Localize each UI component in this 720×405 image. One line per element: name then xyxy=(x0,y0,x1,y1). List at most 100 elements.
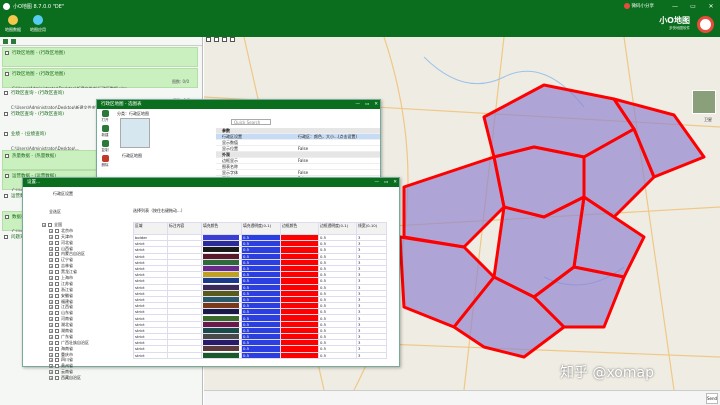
column-header[interactable]: 线宽(0-10) xyxy=(356,222,387,235)
layer-item[interactable]: 行政区地图 - (行政区地图)图数: 0/0C:\Users\Administr… xyxy=(2,67,198,91)
layer-visibility-checkbox[interactable] xyxy=(4,91,8,95)
copy-button[interactable]: 复制 xyxy=(98,140,112,153)
expand-icon[interactable]: + xyxy=(49,234,53,239)
delete-button[interactable]: 删除 xyxy=(98,155,112,168)
line-width-cell[interactable]: 3 xyxy=(356,351,387,359)
open-button[interactable]: 打开 xyxy=(98,110,112,123)
tree-checkbox[interactable] xyxy=(55,305,59,310)
tree-checkbox[interactable] xyxy=(55,228,59,233)
expand-icon[interactable]: + xyxy=(49,228,53,233)
expand-icon[interactable]: + xyxy=(49,252,53,257)
tree-checkbox[interactable] xyxy=(55,270,59,275)
pan-tool-icon[interactable] xyxy=(214,37,219,42)
add-layer-icon[interactable] xyxy=(3,38,8,44)
tree-checkbox[interactable] xyxy=(55,340,59,345)
tree-checkbox[interactable] xyxy=(55,328,59,333)
tree-item[interactable]: + 西藏自治区 xyxy=(42,375,122,381)
tree-checkbox[interactable] xyxy=(55,334,59,339)
tree-checkbox[interactable] xyxy=(55,293,59,298)
label-cell[interactable] xyxy=(167,351,202,359)
maximize-button[interactable]: ▭ xyxy=(384,178,388,187)
expand-icon[interactable]: + xyxy=(49,352,53,357)
expand-icon[interactable]: + xyxy=(42,222,46,227)
expand-icon[interactable]: + xyxy=(49,293,53,298)
fill-alpha-cell[interactable]: 0.5 xyxy=(241,351,281,359)
pointer-tool-icon[interactable] xyxy=(206,37,211,42)
layer-visibility-checkbox[interactable] xyxy=(4,193,8,198)
expand-icon[interactable]: + xyxy=(49,281,53,286)
tree-checkbox[interactable] xyxy=(55,246,59,251)
map-data-button[interactable]: 地图数据 xyxy=(2,14,24,33)
expand-icon[interactable]: + xyxy=(49,299,53,304)
fill-color-cell[interactable] xyxy=(201,351,242,359)
maximize-button[interactable]: ▭ xyxy=(365,100,369,109)
tree-checkbox[interactable] xyxy=(55,281,59,286)
table-row[interactable]: strict 0.5 0.5 3 xyxy=(133,351,387,359)
column-header[interactable]: 边框颜色 xyxy=(280,222,319,235)
tree-checkbox[interactable] xyxy=(55,252,59,257)
maximize-button[interactable]: ▭ xyxy=(684,0,702,13)
tree-checkbox[interactable] xyxy=(55,311,59,316)
tree-checkbox[interactable] xyxy=(55,264,59,269)
region-cell[interactable]: strict xyxy=(133,351,168,359)
tree-checkbox[interactable] xyxy=(55,358,59,363)
tree-checkbox[interactable] xyxy=(55,323,59,328)
expand-icon[interactable]: + xyxy=(49,334,53,339)
expand-icon[interactable]: + xyxy=(49,311,53,316)
column-header[interactable]: 标注内容 xyxy=(167,222,202,235)
expand-icon[interactable]: + xyxy=(49,240,53,245)
tree-checkbox[interactable] xyxy=(55,234,59,239)
expand-icon[interactable]: + xyxy=(49,364,53,369)
expand-icon[interactable]: + xyxy=(49,317,53,322)
expand-icon[interactable]: + xyxy=(49,246,53,251)
tree-checkbox[interactable] xyxy=(55,258,59,263)
send-button[interactable]: Send xyxy=(706,393,718,404)
tree-checkbox[interactable] xyxy=(48,222,52,227)
layer-visibility-checkbox[interactable] xyxy=(4,132,8,136)
expand-icon[interactable]: + xyxy=(49,287,53,292)
minimap-thumbnail[interactable] xyxy=(692,90,716,114)
expand-icon[interactable]: + xyxy=(49,376,53,381)
column-header[interactable]: 边框透明度(0-1) xyxy=(318,222,357,235)
layer-visibility-checkbox[interactable] xyxy=(4,234,8,239)
expand-icon[interactable]: + xyxy=(49,358,53,363)
tree-checkbox[interactable] xyxy=(55,376,59,381)
tree-checkbox[interactable] xyxy=(55,240,59,245)
column-header[interactable]: 区域 xyxy=(133,222,168,235)
expand-icon[interactable]: + xyxy=(49,370,53,375)
select-tool-icon[interactable] xyxy=(230,37,235,42)
select-all-label[interactable]: 全选区 xyxy=(49,209,61,215)
tree-checkbox[interactable] xyxy=(55,317,59,322)
tree-checkbox[interactable] xyxy=(55,287,59,292)
layer-visibility-checkbox[interactable] xyxy=(5,174,9,178)
layer-visibility-checkbox[interactable] xyxy=(5,153,9,158)
minimize-button[interactable]: — xyxy=(666,0,684,13)
layer-visibility-checkbox[interactable] xyxy=(5,51,9,55)
column-header[interactable]: 填充颜色 xyxy=(201,222,242,235)
stroke-color-cell[interactable] xyxy=(280,351,319,359)
close-button[interactable]: ✕ xyxy=(702,0,720,13)
measure-tool-icon[interactable] xyxy=(222,37,227,42)
tree-checkbox[interactable] xyxy=(55,352,59,357)
expand-icon[interactable]: + xyxy=(49,328,53,333)
stroke-alpha-cell[interactable]: 0.5 xyxy=(318,351,357,359)
tree-checkbox[interactable] xyxy=(55,364,59,369)
close-button[interactable]: ✕ xyxy=(393,178,397,187)
expand-icon[interactable]: + xyxy=(49,305,53,310)
user-account[interactable]: 微码小分享 xyxy=(623,3,654,9)
search-input[interactable]: Quick Search xyxy=(231,119,271,125)
tree-checkbox[interactable] xyxy=(55,299,59,304)
expand-icon[interactable]: + xyxy=(49,258,53,263)
layer-visibility-checkbox[interactable] xyxy=(5,215,9,219)
chart-thumbnail[interactable] xyxy=(120,118,150,148)
layer-visibility-checkbox[interactable] xyxy=(5,71,9,76)
close-button[interactable]: ✕ xyxy=(374,100,378,109)
minimize-button[interactable]: — xyxy=(374,178,379,187)
layer-visibility-checkbox[interactable] xyxy=(4,111,8,116)
minimize-button[interactable]: — xyxy=(355,100,360,109)
expand-icon[interactable]: + xyxy=(49,264,53,269)
expand-icon[interactable]: + xyxy=(49,275,53,280)
expand-icon[interactable]: + xyxy=(49,340,53,345)
expand-icon[interactable]: + xyxy=(49,346,53,351)
tree-checkbox[interactable] xyxy=(55,275,59,280)
